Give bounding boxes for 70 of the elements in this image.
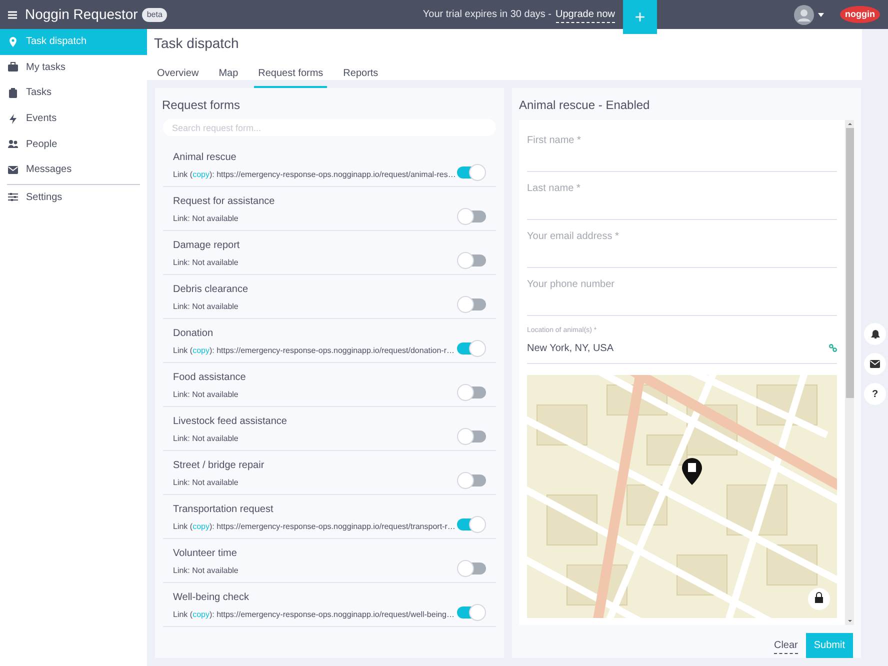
toggle-switch[interactable] (457, 428, 486, 444)
sliders-icon (8, 192, 18, 202)
sidebar-item[interactable]: Messages (0, 156, 147, 183)
toggle-switch[interactable] (457, 516, 486, 532)
panel-title: Request forms (161, 97, 242, 114)
form-link-text: Link (copy): https://emergency-response-ops.nogginapp.io/request/donation-r… (173, 344, 456, 356)
toggle-switch[interactable] (457, 472, 486, 488)
form-name: Debris clearance (173, 282, 250, 296)
tab[interactable]: Map (214, 62, 242, 89)
toggle-switch[interactable] (457, 604, 486, 620)
envelope-icon (870, 360, 880, 368)
avatar-icon[interactable] (794, 4, 814, 24)
trial-notice: Your trial expires in 30 days - (422, 8, 552, 22)
toggle-switch[interactable] (457, 384, 486, 400)
form-link-text: Link (copy): https://emergency-response-ops.nogginapp.io/request/well-being… (173, 608, 456, 620)
notifications-button[interactable] (864, 323, 886, 345)
form-link-text: Link (copy): https://emergency-response-ops.nogginapp.io/request/transport-r… (173, 520, 456, 532)
tab[interactable]: Overview (153, 62, 203, 89)
form-name: Livestock feed assistance (173, 414, 288, 428)
help-button[interactable]: ? (864, 383, 886, 405)
people-icon (8, 139, 18, 150)
form-name: Request for assistance (173, 194, 276, 208)
upgrade-link[interactable]: Upgrade now (556, 6, 615, 22)
logo: noggin (840, 6, 880, 24)
toggle-switch[interactable] (457, 164, 486, 180)
page-title: Task dispatch (153, 34, 240, 53)
toggle-switch[interactable] (457, 340, 486, 356)
form-name: Donation (173, 326, 214, 340)
form-link-text: Link: Not available (173, 300, 240, 312)
form-link-text: Link: Not available (173, 388, 240, 400)
search-field[interactable]: Search request form... (163, 119, 496, 136)
envelope-icon (8, 164, 18, 175)
menu-icon[interactable] (8, 10, 17, 18)
form-name: Well-being check (173, 590, 250, 604)
toggle-switch[interactable] (457, 208, 486, 224)
field-value: New York, NY, USA (527, 342, 615, 356)
bell-icon (870, 329, 880, 339)
form-link-text: Link: Not available (173, 476, 240, 488)
form-name: Damage report (173, 238, 241, 252)
toggle-switch[interactable] (457, 296, 486, 312)
sidebar-item[interactable]: People (0, 131, 147, 157)
clipboard-icon (8, 88, 18, 98)
beta-badge: beta (142, 8, 168, 22)
briefcase-icon (8, 62, 18, 72)
form-link-text: Link: Not available (173, 256, 240, 268)
messages-button[interactable] (864, 353, 886, 375)
form-link-text: Link: Not available (173, 212, 240, 224)
sidebar-item[interactable]: My tasks (0, 54, 147, 80)
toggle-switch[interactable] (457, 252, 486, 268)
caret-icon[interactable] (818, 12, 824, 16)
sidebar-item[interactable]: Events (0, 106, 147, 132)
form-link-text: Link: Not available (173, 564, 240, 576)
lightning-icon (8, 114, 18, 124)
toggle-switch[interactable] (457, 560, 486, 576)
panel-title: Animal rescue - Enabled (518, 97, 651, 114)
app-title: Noggin Requestor (25, 5, 138, 24)
clear-button[interactable]: Clear (774, 638, 798, 654)
tab[interactable]: Reports (339, 62, 382, 89)
sidebar-item[interactable]: Tasks (0, 80, 147, 106)
form-link-text: Link: Not available (173, 432, 240, 444)
form-name: Volunteer time (173, 546, 238, 560)
form-name: Street / bridge repair (173, 458, 266, 472)
sidebar-item[interactable]: Settings (0, 184, 147, 210)
link-icon[interactable] (829, 344, 837, 352)
scrollbar[interactable] (845, 120, 854, 625)
form-link-text: Link (copy): https://emergency-response-ops.nogginapp.io/request/animal-res… (173, 168, 457, 180)
form-name: Animal rescue (173, 150, 238, 164)
form-name: Transportation request (173, 502, 274, 516)
map-pin-icon (8, 36, 18, 47)
form-name: Food assistance (173, 370, 247, 384)
